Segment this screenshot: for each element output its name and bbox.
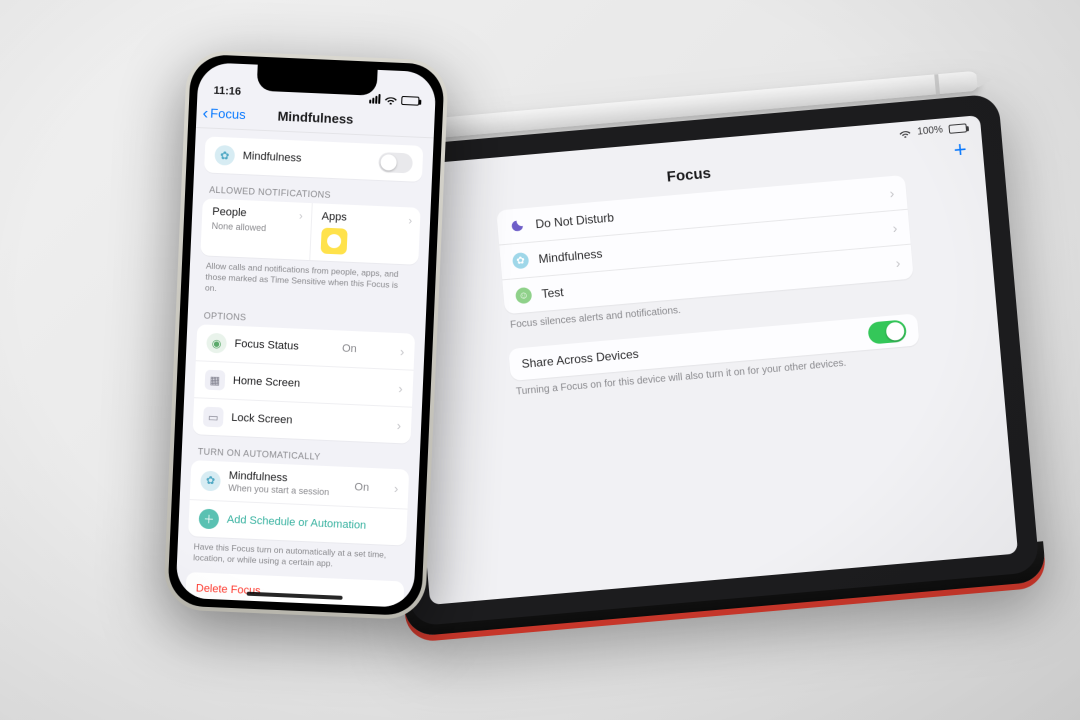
focus-status-value: On [342, 343, 357, 356]
ipad-device: 100% Focus + Do Not Distu [370, 93, 1039, 626]
delete-focus-button[interactable]: Delete Focus [185, 572, 404, 608]
chevron-right-icon: › [299, 211, 303, 223]
share-toggle[interactable] [867, 319, 907, 344]
chevron-right-icon: › [889, 185, 895, 201]
cellular-icon [369, 94, 380, 104]
allowed-people-sub: None allowed [211, 221, 300, 235]
battery-icon [401, 95, 419, 105]
allowed-people[interactable]: People None allowed › [200, 198, 311, 260]
back-label: Focus [210, 106, 246, 123]
focus-mode-label: Test [541, 285, 564, 301]
chevron-right-icon: › [895, 255, 901, 271]
smiley-icon: ☺ [515, 287, 532, 304]
battery-percent: 100% [917, 124, 943, 137]
iphone-device: 11:16 ‹ Focus Mindfulness [163, 50, 449, 621]
battery-icon [948, 123, 967, 134]
focus-status-label: Focus Status [234, 338, 299, 353]
allowed-apps[interactable]: Apps › [309, 203, 421, 265]
back-button[interactable]: ‹ Focus [196, 105, 246, 122]
lock-screen-label: Lock Screen [231, 412, 293, 427]
chevron-right-icon: › [408, 215, 412, 227]
lock-screen-icon: ▭ [203, 407, 224, 428]
home-screen-label: Home Screen [233, 375, 301, 390]
chevron-right-icon: › [892, 220, 898, 236]
focus-master-toggle[interactable] [378, 152, 413, 173]
add-focus-button[interactable]: + [953, 138, 968, 161]
chevron-right-icon: › [398, 381, 403, 396]
home-screen-icon: ▦ [205, 370, 226, 391]
focus-mode-label: Do Not Disturb [535, 210, 615, 231]
chevron-right-icon: › [400, 344, 405, 359]
iphone-screen: 11:16 ‹ Focus Mindfulness [175, 62, 436, 608]
ipad-screen: 100% Focus + Do Not Distu [392, 115, 1018, 605]
allowed-apps-title: Apps [321, 211, 410, 227]
add-automation-label: Add Schedule or Automation [227, 514, 367, 532]
notch [257, 65, 378, 96]
automation-value: On [354, 481, 369, 494]
focus-mode-label: Mindfulness [538, 247, 603, 267]
wifi-icon [384, 94, 397, 105]
focus-status-icon: ◉ [206, 333, 227, 354]
clock: 11:16 [213, 85, 241, 98]
moon-icon [509, 217, 526, 234]
allowed-people-title: People [212, 206, 301, 222]
app-icon [320, 228, 347, 255]
share-label: Share Across Devices [521, 347, 639, 371]
mindfulness-icon: ✿ [512, 252, 529, 269]
mindfulness-icon: ✿ [200, 470, 221, 491]
mindfulness-icon: ✿ [214, 145, 235, 166]
focus-name: Mindfulness [242, 150, 301, 165]
wifi-icon [899, 128, 912, 138]
chevron-right-icon: › [394, 481, 399, 496]
plus-icon: ＋ [198, 509, 219, 530]
chevron-right-icon: › [396, 418, 401, 433]
chevron-left-icon: ‹ [202, 106, 208, 120]
